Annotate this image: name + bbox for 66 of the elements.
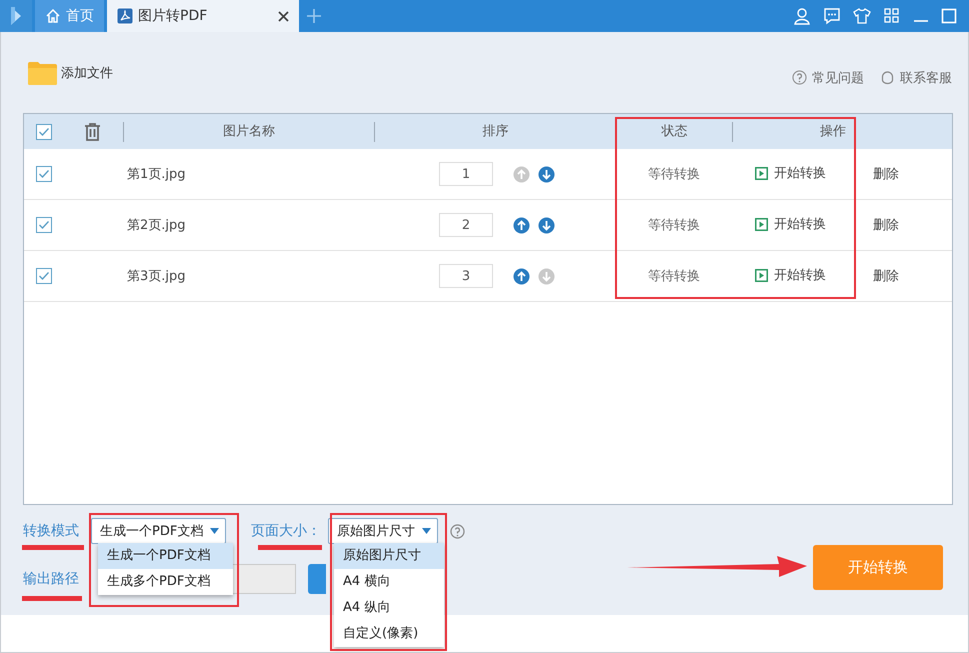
column-header: 排序 (482, 124, 508, 138)
play-icon (755, 218, 768, 231)
order-field[interactable]: 2 (439, 213, 493, 237)
play-icon (755, 166, 768, 180)
delete-link[interactable]: 删除 (873, 269, 899, 284)
dropdown-option[interactable]: A4 横向 (334, 569, 444, 595)
home-icon (45, 8, 61, 24)
delete-link[interactable]: 删除 (873, 167, 899, 182)
grid-icon[interactable] (883, 7, 901, 25)
move-down-icon[interactable] (538, 166, 555, 182)
pdf-icon (117, 8, 133, 24)
add-tab-icon[interactable] (307, 9, 321, 23)
file-name: 第2页.jpg (127, 218, 186, 233)
caret-icon (210, 528, 219, 534)
column-header: 操作 (820, 124, 846, 138)
delete-link[interactable]: 删除 (873, 218, 899, 233)
checkbox[interactable] (36, 166, 52, 182)
column-header: 状态 (662, 124, 688, 138)
checkbox[interactable] (36, 124, 52, 140)
status-text: 等待转换 (648, 167, 700, 182)
file-name: 第1页.jpg (127, 167, 186, 182)
order-field[interactable]: 1 (439, 162, 493, 186)
move-up-icon[interactable] (513, 216, 530, 234)
help-link[interactable]: 常见问题 (792, 68, 864, 86)
dropdown-option[interactable]: 生成一个PDF文档 (98, 543, 233, 569)
checkbox[interactable] (36, 217, 52, 233)
add-file-button[interactable]: 添加文件 (28, 60, 113, 84)
logo-icon (10, 6, 22, 26)
field-label: 输出路径 (23, 570, 79, 588)
file-name: 第3页.jpg (127, 269, 186, 284)
start-convert-link[interactable]: 开始转换 (732, 215, 826, 234)
move-down-icon[interactable] (538, 216, 555, 234)
close-icon[interactable] (278, 10, 289, 22)
trash-icon[interactable] (84, 122, 100, 140)
dropdown-option[interactable]: 原始图片尺寸 (334, 543, 444, 569)
output-path-field[interactable] (232, 564, 296, 594)
help-icon[interactable] (450, 524, 465, 538)
status-text: 等待转换 (648, 218, 700, 233)
chat-icon[interactable] (823, 7, 841, 25)
tab[interactable]: 图片转PDF (107, 0, 299, 32)
dropdown-option[interactable]: 生成多个PDF文档 (98, 569, 233, 595)
annotation-underline (22, 596, 82, 601)
dropdown-option[interactable]: A4 纵向 (334, 595, 444, 621)
status-text: 等待转换 (648, 269, 700, 284)
headset-icon (880, 70, 895, 85)
field-label: 转换模式 (23, 522, 79, 540)
start-convert-link[interactable]: 开始转换 (732, 164, 826, 182)
folder-icon (28, 60, 57, 84)
dropdown-option[interactable]: 自定义(像素) (334, 621, 444, 647)
mode-select[interactable]: 生成一个PDF文档 (91, 518, 226, 544)
help-icon (792, 70, 807, 85)
start-convert-link[interactable]: 开始转换 (732, 266, 826, 284)
column-header: 图片名称 (223, 124, 275, 138)
play-icon (755, 268, 768, 282)
checkbox[interactable] (36, 268, 52, 284)
page-size-select[interactable]: 原始图片尺寸 (328, 518, 438, 544)
caret-icon (422, 528, 431, 534)
annotation-underline (22, 545, 84, 550)
user-icon[interactable] (793, 7, 811, 25)
maximize-icon[interactable] (941, 8, 957, 24)
help-link[interactable]: 联系客服 (880, 68, 952, 86)
shirt-icon[interactable] (853, 7, 871, 25)
order-field[interactable]: 3 (439, 264, 493, 288)
move-up-icon[interactable] (513, 268, 530, 284)
field-label: 页面大小： (251, 522, 321, 540)
annotation-underline (258, 545, 322, 550)
